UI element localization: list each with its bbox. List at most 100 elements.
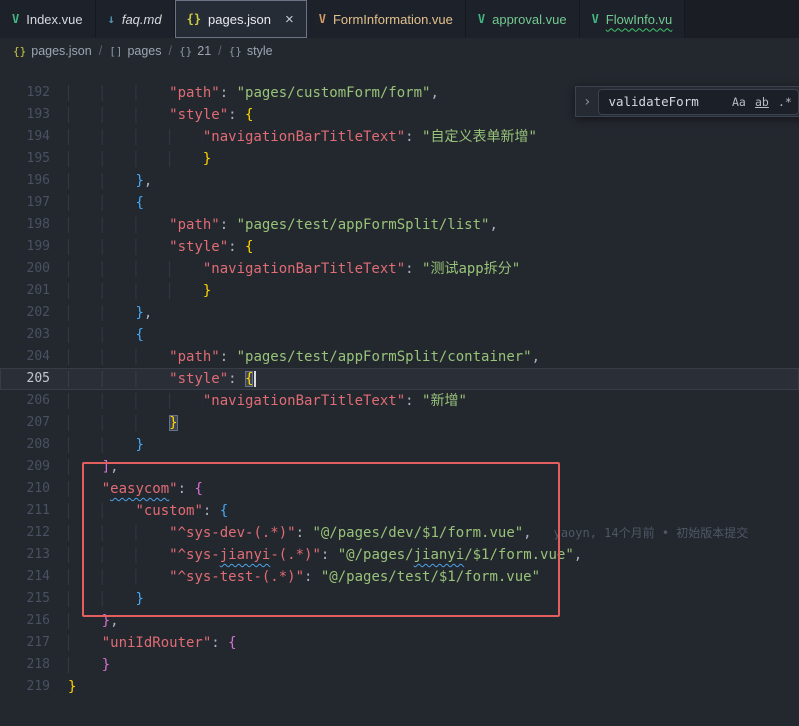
line-number: 204 [0, 346, 50, 368]
code-token: , [110, 613, 118, 629]
code-token: } [203, 283, 211, 299]
code-line-211[interactable]: 211 "custom": { [0, 500, 799, 522]
breadcrumb-item-21[interactable]: {}21 [179, 44, 211, 58]
code-token: : [405, 393, 422, 409]
code-line-197[interactable]: 197 { [0, 192, 799, 214]
code-line-215[interactable]: 215 } [0, 588, 799, 610]
code-line-195[interactable]: 195 } [0, 148, 799, 170]
tab-faq-md[interactable]: ↓faq.md [96, 0, 175, 38]
line-text: "path": "pages/test/appFormSplit/list", [50, 214, 498, 236]
code-line-208[interactable]: 208 } [0, 434, 799, 456]
object-symbol-icon: {} [229, 45, 242, 58]
code-token: : [220, 85, 237, 101]
find-widget: › validateForm Aa ab .* [575, 86, 799, 117]
code-token: -(.*)" [270, 547, 321, 563]
code-line-202[interactable]: 202 }, [0, 302, 799, 324]
code-token: , [430, 85, 438, 101]
code-token: jianyi [220, 547, 271, 563]
code-token: : [405, 129, 422, 145]
vscode-window: VIndex.vue↓faq.md{}pages.json×VFormInfor… [0, 0, 799, 726]
line-number: 207 [0, 412, 50, 434]
code-token: : [405, 261, 422, 277]
breadcrumb-item-pages[interactable]: []pages [109, 44, 161, 58]
breadcrumb-separator: / [99, 44, 102, 58]
code-token [68, 657, 102, 673]
code-line-203[interactable]: 203 { [0, 324, 799, 346]
line-text: "style": { [50, 368, 256, 390]
code-token [68, 371, 169, 387]
find-input[interactable]: validateForm Aa ab .* [598, 89, 799, 115]
code-token [68, 305, 135, 321]
code-line-196[interactable]: 196 }, [0, 170, 799, 192]
line-text: } [50, 676, 76, 698]
code-line-210[interactable]: 210 "easycom": { [0, 478, 799, 500]
text-cursor [254, 371, 256, 387]
code-token: easycom [110, 481, 169, 497]
code-line-216[interactable]: 216 }, [0, 610, 799, 632]
line-text: "custom": { [50, 500, 228, 522]
line-number: 218 [0, 654, 50, 676]
code-token: "@/pages/test/$1/form.vue" [321, 569, 540, 585]
code-token: } [102, 657, 110, 673]
code-line-199[interactable]: 199 "style": { [0, 236, 799, 258]
line-number: 197 [0, 192, 50, 214]
match-case-icon[interactable]: Aa [728, 92, 749, 112]
code-line-198[interactable]: 198 "path": "pages/test/appFormSplit/lis… [0, 214, 799, 236]
code-token: } [135, 591, 143, 607]
line-number: 209 [0, 456, 50, 478]
code-token [68, 393, 203, 409]
code-line-194[interactable]: 194 "navigationBarTitleText": "自定义表单新增" [0, 126, 799, 148]
breadcrumb-item-style[interactable]: {}style [229, 44, 273, 58]
code-token: "navigationBarTitleText" [203, 261, 405, 277]
code-line-204[interactable]: 204 "path": "pages/test/appFormSplit/con… [0, 346, 799, 368]
tab-pages-json[interactable]: {}pages.json× [175, 0, 307, 38]
line-number: 208 [0, 434, 50, 456]
vue-icon: V [12, 12, 19, 26]
line-number: 201 [0, 280, 50, 302]
code-token: , [574, 547, 582, 563]
code-line-209[interactable]: 209 ], [0, 456, 799, 478]
code-line-201[interactable]: 201 } [0, 280, 799, 302]
tab-label: approval.vue [492, 12, 566, 27]
line-number: 214 [0, 566, 50, 588]
tab-forminformation-vue[interactable]: VFormInformation.vue [307, 0, 466, 38]
code-token [68, 613, 102, 629]
line-number: 192 [0, 82, 50, 104]
code-token: "path" [169, 85, 220, 101]
tab-label: faq.md [122, 12, 162, 27]
breadcrumb-item-pages-json[interactable]: {}pages.json [13, 44, 92, 58]
code-token: { [245, 239, 253, 255]
code-token: "自定义表单新增" [422, 129, 537, 145]
code-token: "测试app拆分" [422, 261, 520, 277]
code-line-206[interactable]: 206 "navigationBarTitleText": "新增" [0, 390, 799, 412]
code-line-213[interactable]: 213 "^sys-jianyi-(.*)": "@/pages/jianyi/… [0, 544, 799, 566]
chevron-right-icon[interactable]: › [583, 94, 591, 110]
code-line-218[interactable]: 218 } [0, 654, 799, 676]
tab-flowinfo-vu[interactable]: VFlowInfo.vu [580, 0, 686, 38]
code-token: "navigationBarTitleText" [203, 129, 405, 145]
line-text: "^sys-jianyi-(.*)": "@/pages/jianyi/$1/f… [50, 544, 582, 566]
line-text: } [50, 412, 178, 434]
tab-index-vue[interactable]: VIndex.vue [0, 0, 96, 38]
code-line-219[interactable]: 219} [0, 676, 799, 698]
code-line-200[interactable]: 200 "navigationBarTitleText": "测试app拆分" [0, 258, 799, 280]
code-token: : [178, 481, 195, 497]
code-line-214[interactable]: 214 "^sys-test-(.*)": "@/pages/test/$1/f… [0, 566, 799, 588]
editor[interactable]: 192 "path": "pages/customForm/form",193 … [0, 64, 799, 726]
close-icon[interactable]: × [285, 12, 294, 27]
code-line-207[interactable]: 207 } [0, 412, 799, 434]
code-line-205[interactable]: 205 "style": { [0, 368, 799, 390]
line-text: "^sys-test-(.*)": "@/pages/test/$1/form.… [50, 566, 540, 588]
regex-icon[interactable]: .* [774, 92, 795, 112]
code-token: : [228, 371, 245, 387]
json-icon: {} [187, 12, 201, 26]
code-token: { [245, 107, 253, 123]
code-token: : [220, 217, 237, 233]
code-token: "style" [169, 371, 228, 387]
whole-word-icon[interactable]: ab [751, 92, 772, 112]
line-text: "easycom": { [50, 478, 203, 500]
code-line-217[interactable]: 217 "uniIdRouter": { [0, 632, 799, 654]
line-text: "^sys-dev-(.*)": "@/pages/dev/$1/form.vu… [50, 522, 748, 544]
code-line-212[interactable]: 212 "^sys-dev-(.*)": "@/pages/dev/$1/for… [0, 522, 799, 544]
tab-approval-vue[interactable]: Vapproval.vue [466, 0, 580, 38]
